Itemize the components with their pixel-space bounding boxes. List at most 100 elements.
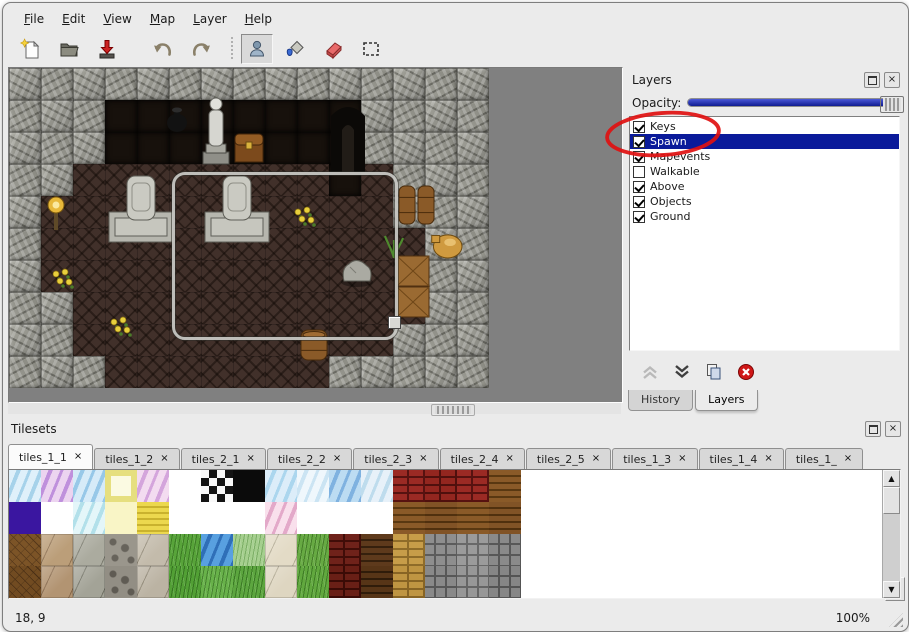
layer-row-keys[interactable]: Keys [630, 119, 899, 134]
tab-close-icon[interactable]: × [592, 454, 600, 464]
palette-tile[interactable] [457, 566, 489, 598]
menu-item-view[interactable]: View [94, 9, 140, 29]
tab-close-icon[interactable]: × [333, 454, 341, 464]
scrollbar-thumb[interactable] [883, 487, 900, 514]
slider-handle[interactable] [880, 96, 904, 113]
layer-row-mapevents[interactable]: Mapevents [630, 149, 899, 164]
palette-tile[interactable] [137, 566, 169, 598]
map-canvas[interactable] [8, 67, 623, 403]
tileset-tab-tiles_2_2[interactable]: tiles_2_2× [267, 448, 352, 469]
palette-tile[interactable] [329, 534, 361, 566]
layers-close-button[interactable]: × [884, 72, 900, 88]
palette-tile[interactable] [489, 502, 521, 534]
palette-tile[interactable] [361, 566, 393, 598]
palette-tile[interactable] [489, 534, 521, 566]
tab-close-icon[interactable]: × [419, 454, 427, 464]
palette-tile[interactable] [41, 534, 73, 566]
palette-tile[interactable] [105, 470, 137, 502]
layer-row-ground[interactable]: Ground [630, 209, 899, 224]
palette-tile[interactable] [329, 566, 361, 598]
palette-tile[interactable] [425, 502, 457, 534]
resize-grip[interactable] [889, 613, 903, 627]
palette-tile[interactable] [41, 470, 73, 502]
scroll-down-button[interactable]: ▼ [883, 581, 900, 598]
map-viewport[interactable] [9, 68, 489, 388]
tileset-tab-tiles_1_1[interactable]: tiles_1_1× [8, 444, 93, 469]
palette-tile[interactable] [265, 470, 297, 502]
palette-tile[interactable] [425, 534, 457, 566]
menu-item-layer[interactable]: Layer [184, 9, 235, 29]
layer-visibility-checkbox[interactable] [633, 151, 645, 163]
palette-tile[interactable] [169, 566, 201, 598]
layer-row-walkable[interactable]: Walkable [630, 164, 899, 179]
layer-visibility-checkbox[interactable] [633, 121, 645, 133]
palette-tile[interactable] [9, 566, 41, 598]
palette-tile[interactable] [201, 566, 233, 598]
palette-tile[interactable] [297, 534, 329, 566]
stamp-tool-button[interactable] [241, 34, 273, 64]
palette-tile[interactable] [73, 534, 105, 566]
layers-float-button[interactable] [864, 72, 880, 88]
menu-item-help[interactable]: Help [236, 9, 281, 29]
tileset-scrollbar[interactable]: ▲ ▼ [882, 470, 900, 598]
tab-close-icon[interactable]: × [74, 452, 82, 462]
palette-tile[interactable] [425, 470, 457, 502]
tileset-tab-tiles_1_2[interactable]: tiles_1_2× [94, 448, 179, 469]
palette-tile[interactable] [457, 502, 489, 534]
eraser-tool-button[interactable] [317, 34, 349, 64]
palette-tile[interactable] [233, 502, 265, 534]
palette-tile[interactable] [265, 502, 297, 534]
menu-item-file[interactable]: File [15, 9, 53, 29]
tab-close-icon[interactable]: × [844, 454, 852, 464]
palette-tile[interactable] [361, 534, 393, 566]
palette-tile[interactable] [329, 470, 361, 502]
palette-tile[interactable] [233, 470, 265, 502]
palette-tile[interactable] [201, 502, 233, 534]
palette-tile[interactable] [393, 534, 425, 566]
palette-tile[interactable] [105, 502, 137, 534]
tilesets-close-button[interactable]: × [885, 421, 901, 437]
tileset-tab-tiles_1[interactable]: tiles_1_× [785, 448, 863, 469]
palette-tile[interactable] [297, 566, 329, 598]
selection-resize-handle[interactable] [388, 316, 401, 329]
palette-tile[interactable] [265, 566, 297, 598]
new-button[interactable] [15, 34, 47, 64]
palette-tile[interactable] [329, 502, 361, 534]
palette-tile[interactable] [9, 534, 41, 566]
layer-visibility-checkbox[interactable] [633, 196, 645, 208]
palette-tile[interactable] [297, 502, 329, 534]
palette-tile[interactable] [9, 470, 41, 502]
layer-duplicate-button[interactable] [703, 361, 725, 383]
select-tool-button[interactable] [355, 34, 387, 64]
splitter[interactable] [8, 403, 621, 414]
palette-tile[interactable] [201, 470, 233, 502]
palette-tile[interactable] [137, 534, 169, 566]
tileset-tab-tiles_2_4[interactable]: tiles_2_4× [440, 448, 525, 469]
tab-close-icon[interactable]: × [764, 454, 772, 464]
tilesets-float-button[interactable] [865, 421, 881, 437]
palette-tile[interactable] [201, 534, 233, 566]
tab-close-icon[interactable]: × [678, 454, 686, 464]
tab-close-icon[interactable]: × [247, 454, 255, 464]
dock-tab-history[interactable]: History [628, 390, 693, 411]
layer-lower-button[interactable] [671, 361, 693, 383]
tileset-tab-tiles_1_4[interactable]: tiles_1_4× [699, 448, 784, 469]
tileset-tab-tiles_2_3[interactable]: tiles_2_3× [353, 448, 438, 469]
palette-tile[interactable] [105, 566, 137, 598]
palette-tile[interactable] [137, 470, 169, 502]
palette-tile[interactable] [169, 470, 201, 502]
palette-tile[interactable] [361, 502, 393, 534]
palette-tile[interactable] [73, 470, 105, 502]
layer-visibility-checkbox[interactable] [633, 211, 645, 223]
fill-tool-button[interactable] [279, 34, 311, 64]
palette-tile[interactable] [233, 566, 265, 598]
palette-tile[interactable] [393, 470, 425, 502]
tab-close-icon[interactable]: × [160, 454, 168, 464]
palette-tile[interactable] [137, 502, 169, 534]
palette-tile[interactable] [457, 534, 489, 566]
palette-tile[interactable] [41, 566, 73, 598]
palette-tile[interactable] [169, 534, 201, 566]
layer-delete-button[interactable] [735, 361, 757, 383]
map-selection[interactable] [172, 172, 398, 340]
palette-tile[interactable] [73, 566, 105, 598]
